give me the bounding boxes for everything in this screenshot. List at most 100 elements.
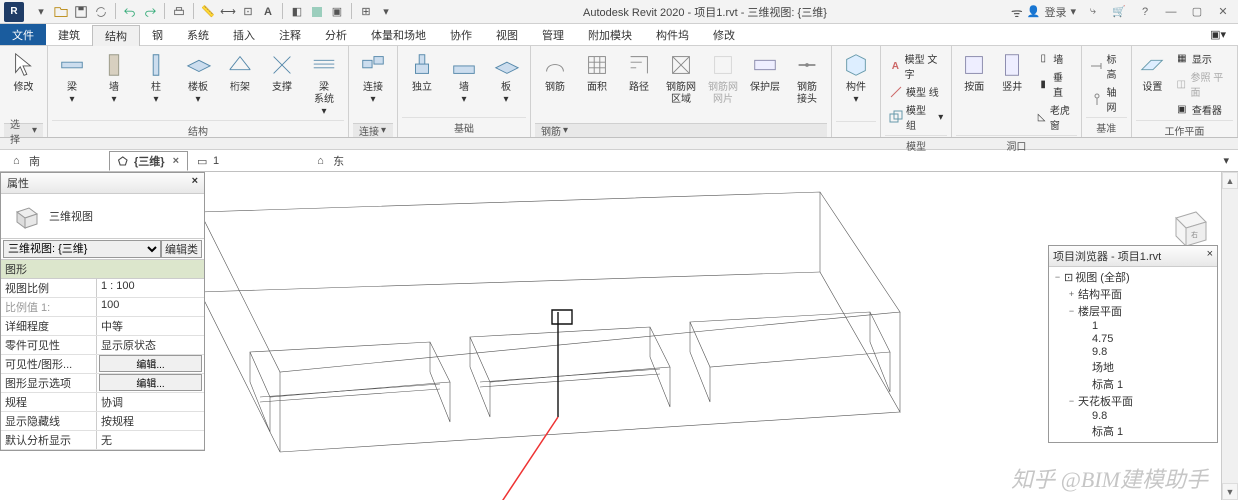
type-selector[interactable]: 三维视图 — [1, 194, 204, 239]
tab-arch[interactable]: 建筑 — [46, 24, 92, 45]
rebar-6-button[interactable]: 钢筋接头 — [787, 48, 827, 108]
struct-0-button[interactable]: 梁▾ — [52, 48, 92, 108]
sync-icon[interactable] — [92, 3, 110, 21]
view-cube[interactable]: 右 — [1166, 202, 1210, 246]
view-canvas[interactable]: 右 属性× 三维视图 三维视图: {三维} 编辑类 图形 视图比例1 : 100… — [0, 172, 1238, 500]
login-label[interactable]: 登录 — [1044, 4, 1066, 20]
ref-plane-button[interactable]: ◫参照 平面 — [1173, 68, 1231, 100]
rebar-2-button[interactable]: 路径 — [619, 48, 659, 96]
foundation-2-button[interactable]: 板▾ — [486, 48, 526, 108]
group-graphics[interactable]: 图形 — [1, 260, 204, 279]
struct-4-button[interactable]: 桁架 — [220, 48, 260, 96]
component-button[interactable]: 构件▾ — [836, 48, 876, 108]
qat-triangle-icon[interactable]: ▾ — [32, 3, 50, 21]
tab-steel[interactable]: 钢 — [140, 24, 175, 45]
browser-close-icon[interactable]: × — [1207, 248, 1213, 264]
tab-goujianwu[interactable]: 构件坞 — [644, 24, 701, 45]
tag-icon[interactable]: ⊡ — [239, 3, 257, 21]
prop-edit-4-button[interactable]: 编辑... — [99, 355, 202, 372]
tab-annotate[interactable]: 注释 — [267, 24, 313, 45]
ribbon-minimize-icon[interactable]: ▣▾ — [1198, 24, 1238, 45]
opening-shaft-button[interactable]: 竖井 — [994, 48, 1030, 96]
maximize-button[interactable]: ▢ — [1188, 3, 1206, 21]
viewer-button[interactable]: ▣查看器 — [1173, 101, 1231, 118]
grid-button[interactable]: 轴网 — [1088, 83, 1125, 115]
opening-wall-button[interactable]: ▯墙 — [1034, 50, 1074, 67]
scroll-up-icon[interactable]: ▲ — [1222, 172, 1238, 189]
help-icon[interactable]: ? — [1136, 3, 1154, 21]
tab-manage[interactable]: 管理 — [530, 24, 576, 45]
close-button[interactable]: ✕ — [1214, 3, 1232, 21]
tree-node-5[interactable]: 场地 — [1053, 359, 1217, 376]
binoculars-icon[interactable]: ᯤ — [1011, 3, 1023, 21]
tree-node-0[interactable]: +结构平面 — [1053, 286, 1217, 303]
tree-node-6[interactable]: 标高 1 — [1053, 376, 1217, 393]
login-dropdown-icon[interactable]: ▾ — [1070, 5, 1076, 18]
view-tabs-overflow[interactable]: ▾ — [1214, 151, 1238, 171]
open-icon[interactable] — [52, 3, 70, 21]
model-line-button[interactable]: 模型 线 — [887, 83, 945, 100]
rebar-1-button[interactable]: 面积 — [577, 48, 617, 96]
set-workplane-button[interactable]: 设置 — [1136, 48, 1169, 96]
redo-icon[interactable] — [141, 3, 159, 21]
section-icon[interactable]: ◧ — [288, 3, 306, 21]
close-tab-icon[interactable]: × — [173, 155, 179, 167]
prop-row-8[interactable]: 默认分析显示无 — [1, 431, 204, 450]
foundation-0-button[interactable]: 独立 — [402, 48, 442, 96]
struct-6-button[interactable]: 梁系统▾ — [304, 48, 344, 120]
undo-icon[interactable] — [121, 3, 139, 21]
tab-systems[interactable]: 系统 — [175, 24, 221, 45]
instance-selector[interactable]: 三维视图: {三维} — [3, 240, 161, 258]
scroll-down-icon[interactable]: ▼ — [1222, 483, 1238, 500]
measure-icon[interactable]: 📏 — [199, 3, 217, 21]
tab-insert[interactable]: 插入 — [221, 24, 267, 45]
tab-structure[interactable]: 结构 — [92, 25, 140, 46]
text-icon[interactable]: A — [259, 3, 277, 21]
prop-row-3[interactable]: 零件可见性显示原状态 — [1, 336, 204, 355]
tree-node-3[interactable]: 4.75 — [1053, 333, 1217, 346]
prop-row-7[interactable]: 显示隐藏线按规程 — [1, 412, 204, 431]
minimize-button[interactable]: — — [1162, 3, 1180, 21]
rebar-3-button[interactable]: 钢筋网区域 — [661, 48, 701, 108]
struct-5-button[interactable]: 支撑 — [262, 48, 302, 96]
opening-face-button[interactable]: 按面 — [956, 48, 992, 96]
show-workplane-button[interactable]: ▦显示 — [1173, 50, 1231, 67]
cart-icon[interactable]: 🛒 — [1110, 3, 1128, 21]
tab-file[interactable]: 文件 — [0, 24, 46, 45]
thin-lines-icon[interactable] — [308, 3, 326, 21]
prop-row-1[interactable]: 比例值 1:100 — [1, 298, 204, 317]
struct-2-button[interactable]: 柱▾ — [136, 48, 176, 108]
tab-analyze[interactable]: 分析 — [313, 24, 359, 45]
edit-type-button[interactable]: 编辑类 — [161, 240, 202, 258]
vertical-scrollbar[interactable]: ▲ ▼ — [1221, 172, 1238, 500]
tree-node-8[interactable]: 9.8 — [1053, 410, 1217, 423]
tree-node-7[interactable]: −天花板平面 — [1053, 393, 1217, 410]
save-icon[interactable] — [72, 3, 90, 21]
modify-button[interactable]: 修改 — [4, 48, 43, 96]
tree-node-9[interactable]: 标高 1 — [1053, 423, 1217, 440]
select-panel-label[interactable]: 选择 ▾ — [4, 123, 43, 137]
connection-button[interactable]: 连接▾ — [353, 48, 393, 108]
foundation-1-button[interactable]: 墙▾ — [444, 48, 484, 108]
align-dim-icon[interactable]: ⟷ — [219, 3, 237, 21]
opening-dormer-button[interactable]: ◺老虎窗 — [1034, 101, 1074, 133]
view-tab-3d[interactable]: ⬠{三维}× — [109, 151, 188, 171]
properties-close-icon[interactable]: × — [192, 175, 198, 191]
login-user-icon[interactable]: 👤 — [1027, 5, 1041, 18]
switch-window-icon[interactable]: ⊞ — [357, 3, 375, 21]
view-tab-1[interactable]: ▭1 — [188, 151, 228, 171]
struct-1-button[interactable]: 墙▾ — [94, 48, 134, 108]
rebar-0-button[interactable]: 钢筋 — [535, 48, 575, 96]
prop-row-0[interactable]: 视图比例1 : 100 — [1, 279, 204, 298]
tree-node-1[interactable]: −楼层平面 — [1053, 303, 1217, 320]
view-tab-south[interactable]: ⌂南 — [4, 151, 49, 171]
exchange-icon[interactable]: ⤷ — [1084, 3, 1102, 21]
print-icon[interactable] — [170, 3, 188, 21]
tree-node-4[interactable]: 9.8 — [1053, 346, 1217, 359]
close-inactive-icon[interactable]: ▣ — [328, 3, 346, 21]
struct-3-button[interactable]: 楼板▾ — [178, 48, 218, 108]
prop-edit-5-button[interactable]: 编辑... — [99, 374, 202, 391]
level-button[interactable]: 标高 — [1088, 50, 1125, 82]
qat-dropdown-icon[interactable]: ▾ — [377, 3, 395, 21]
view-tab-east[interactable]: ⌂东 — [308, 151, 353, 171]
